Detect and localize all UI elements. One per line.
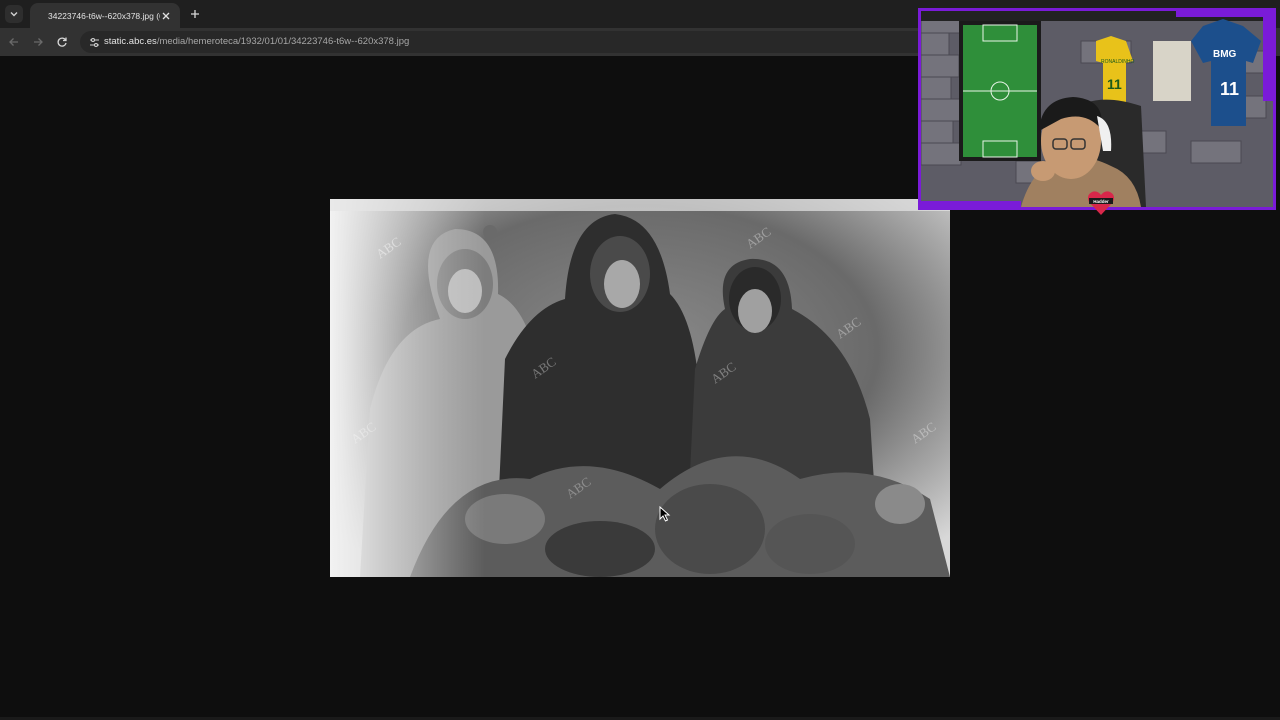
close-icon <box>162 12 170 19</box>
streamer-logo-badge: Hadder <box>1086 190 1116 216</box>
reload-icon <box>57 37 67 47</box>
url-domain: static.abc.es <box>104 36 157 47</box>
tune-icon <box>89 37 99 47</box>
badge-text: Hadder <box>1093 199 1109 204</box>
watermark-text: ABC <box>348 419 379 447</box>
tab-title: 34223746-t6w--620x378.jpg (6… <box>48 10 160 21</box>
jersey-name-text: RONALDINHO <box>1101 59 1134 65</box>
arrow-left-icon <box>9 38 18 46</box>
chevron-down-icon <box>10 12 18 17</box>
url-path: /media/hemeroteca/1932/01/01/34223746-t6… <box>156 36 410 47</box>
url-text: static.abc.es/media/hemeroteca/1932/01/0… <box>104 36 409 47</box>
watermark-text: ABC <box>833 314 864 342</box>
jersey-number-text: 11 <box>1107 76 1122 92</box>
plus-icon <box>191 10 199 18</box>
watermark-text: ABC <box>743 224 774 252</box>
watermark-text: ABC <box>708 359 739 387</box>
forward-button[interactable] <box>30 34 46 50</box>
watermark-text: ABC <box>908 419 939 447</box>
streamer-webcam: BMG 11 RONALDINHO 11 <box>921 11 1273 207</box>
tab-search-button[interactable] <box>5 5 23 23</box>
webcam-overlay: BMG 11 RONALDINHO 11 <box>918 8 1276 210</box>
watermark-text: ABC <box>528 354 559 382</box>
jersey-brand-text: BMG <box>1213 49 1237 60</box>
displayed-image[interactable]: ABC ABC ABC ABC ABC ABC ABC ABC <box>330 199 950 577</box>
back-button[interactable] <box>6 34 22 50</box>
streamer-logo-icon: Hadder <box>1088 191 1114 215</box>
mouse-cursor-icon <box>659 506 671 522</box>
watermark-text: ABC <box>373 234 404 262</box>
reload-button[interactable] <box>54 34 70 50</box>
active-tab[interactable]: 34223746-t6w--620x378.jpg (6… <box>30 3 180 28</box>
watermark-text: ABC <box>563 474 594 502</box>
tab-close-button[interactable] <box>160 10 172 22</box>
site-info-button[interactable] <box>86 34 102 50</box>
watermark-layer: ABC ABC ABC ABC ABC ABC ABC ABC <box>348 224 939 502</box>
new-tab-button[interactable] <box>187 6 203 22</box>
jersey-number-text: 11 <box>1220 79 1239 99</box>
arrow-right-icon <box>34 38 43 46</box>
